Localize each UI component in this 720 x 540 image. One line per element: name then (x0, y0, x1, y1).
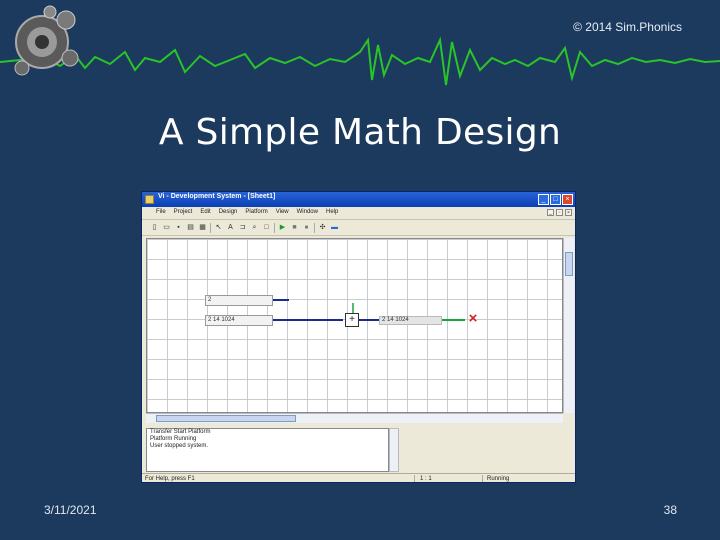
slide-title: A Simple Math Design (158, 112, 562, 153)
status-bar: For Help, press F1 1 : 1 Running (142, 473, 575, 482)
mdi-close-button[interactable]: × (565, 209, 572, 216)
message-scrollbar[interactable] (389, 428, 399, 472)
message-line: User stopped system. (150, 443, 209, 449)
menu-project[interactable]: Project (174, 209, 193, 215)
window-titlebar[interactable]: Vi - Development System - [Sheet1] _ □ × (142, 192, 575, 207)
status-run-state: Running (487, 476, 510, 482)
adder-block-icon[interactable]: + (345, 313, 359, 327)
grid-icon[interactable]: ▦ (198, 223, 207, 232)
slide-number: 38 (663, 503, 677, 517)
print-icon[interactable]: ▤ (186, 223, 195, 232)
mdi-restore-button[interactable]: ▫ (556, 209, 563, 216)
open-icon[interactable]: ▭ (162, 223, 171, 232)
app-icon (145, 195, 154, 204)
menu-window[interactable]: Window (297, 209, 318, 215)
horizontal-scroll-thumb[interactable] (156, 415, 296, 422)
save-icon[interactable]: ▪ (174, 223, 183, 232)
search-icon[interactable]: ⌕ (250, 223, 259, 232)
output-display[interactable]: 2 14 1024 (379, 316, 442, 325)
menu-design[interactable]: Design (219, 209, 238, 215)
maximize-button[interactable]: □ (550, 194, 561, 205)
gear-logo-icon (14, 5, 79, 76)
connect-icon[interactable]: ✣ (318, 223, 327, 232)
message-line: Transfer Start Platform (150, 429, 211, 435)
new-icon[interactable]: ▯ (150, 223, 159, 232)
sink-cross-icon[interactable]: × (465, 311, 481, 327)
menu-view[interactable]: View (276, 209, 289, 215)
menu-help[interactable]: Help (326, 209, 338, 215)
menubar: File Project Edit Design Platform View W… (142, 207, 575, 220)
toolbar: ▯ ▭ ▪ ▤ ▦ ↖ A ⊐ ⌕ □ ▶ ■ ⏸ ✣ ▬ (142, 220, 575, 236)
vertical-scroll-thumb[interactable] (565, 252, 573, 276)
waveform-banner (0, 5, 720, 86)
copyright-text: © 2014 Sim.Phonics (573, 20, 682, 34)
message-pane: Transfer Start Platform Platform Running… (146, 428, 389, 472)
horizontal-scrollbar[interactable] (146, 413, 563, 423)
close-button[interactable]: × (562, 194, 573, 205)
stop-icon[interactable]: ■ (290, 223, 299, 232)
design-canvas[interactable]: 2 2 14 1024 + 2 14 1024 × (146, 238, 563, 413)
pause-icon[interactable]: ⏸ (302, 223, 311, 232)
menu-edit[interactable]: Edit (200, 209, 210, 215)
slide-date: 3/11/2021 (44, 503, 97, 517)
run-icon[interactable]: ▶ (278, 223, 287, 232)
zoom-icon[interactable]: □ (262, 223, 271, 232)
menu-file[interactable]: File (156, 209, 166, 215)
app-window: Vi - Development System - [Sheet1] _ □ ×… (141, 191, 576, 483)
pointer-icon[interactable]: ↖ (214, 223, 223, 232)
label-icon[interactable]: ⊐ (238, 223, 247, 232)
status-help-text: For Help, press F1 (145, 476, 195, 482)
vertical-scrollbar[interactable] (563, 238, 574, 413)
minimize-button[interactable]: _ (538, 194, 549, 205)
mdi-minimize-button[interactable]: _ (547, 209, 554, 216)
window-title: Vi - Development System - [Sheet1] (158, 193, 276, 200)
status-zoom: 1 : 1 (420, 476, 432, 482)
menu-platform[interactable]: Platform (245, 209, 267, 215)
text-icon[interactable]: A (226, 223, 235, 232)
slide: © 2014 Sim.Phonics A Simple Math Design … (0, 0, 720, 540)
message-line: Platform Running (150, 436, 197, 442)
probe-icon[interactable]: ▬ (330, 223, 339, 232)
